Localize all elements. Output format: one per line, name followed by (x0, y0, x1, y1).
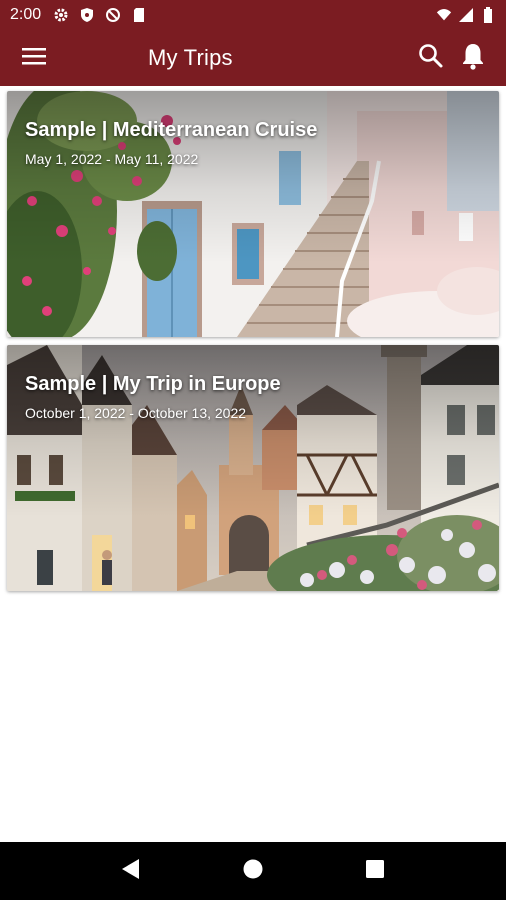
trip-card-europe[interactable]: Sample | My Trip in Europe October 1, 20… (7, 345, 499, 591)
menu-icon (22, 47, 46, 70)
signal-icon (458, 7, 474, 23)
no-disturb-icon (105, 7, 121, 23)
gear-icon (53, 7, 69, 23)
trip-card-mediterranean-cruise[interactable]: Sample | Mediterranean Cruise May 1, 202… (7, 91, 499, 337)
system-nav-bar (0, 842, 506, 900)
recents-square-icon (365, 859, 385, 884)
trip-title: Sample | My Trip in Europe (25, 373, 281, 395)
trip-dates: October 1, 2022 - October 13, 2022 (25, 405, 247, 421)
status-icons-right (436, 7, 496, 23)
screen: 2:00 My Trips Sample | Mediterranean Cru… (0, 0, 506, 900)
status-icons-left (53, 7, 147, 23)
home-circle-icon (242, 858, 264, 885)
sd-card-icon (131, 7, 147, 23)
back-button[interactable] (111, 851, 151, 891)
back-triangle-icon (121, 858, 141, 885)
menu-button[interactable] (6, 30, 62, 86)
trip-dates: May 1, 2022 - May 11, 2022 (25, 151, 199, 167)
trip-list: Sample | Mediterranean Cruise May 1, 202… (0, 86, 506, 842)
status-bar: 2:00 (0, 0, 506, 30)
search-icon (418, 43, 444, 74)
bell-icon (461, 42, 485, 75)
page-title: My Trips (148, 45, 233, 70)
home-button[interactable] (233, 851, 273, 891)
shield-icon (79, 7, 95, 23)
notifications-button[interactable] (458, 43, 488, 73)
trip-title: Sample | Mediterranean Cruise (25, 119, 318, 141)
status-time: 2:00 (10, 6, 42, 23)
search-button[interactable] (416, 43, 446, 73)
app-bar: My Trips (0, 30, 506, 86)
recents-button[interactable] (355, 851, 395, 891)
app-actions (416, 43, 488, 73)
wifi-icon (436, 7, 452, 23)
battery-icon (480, 7, 496, 23)
